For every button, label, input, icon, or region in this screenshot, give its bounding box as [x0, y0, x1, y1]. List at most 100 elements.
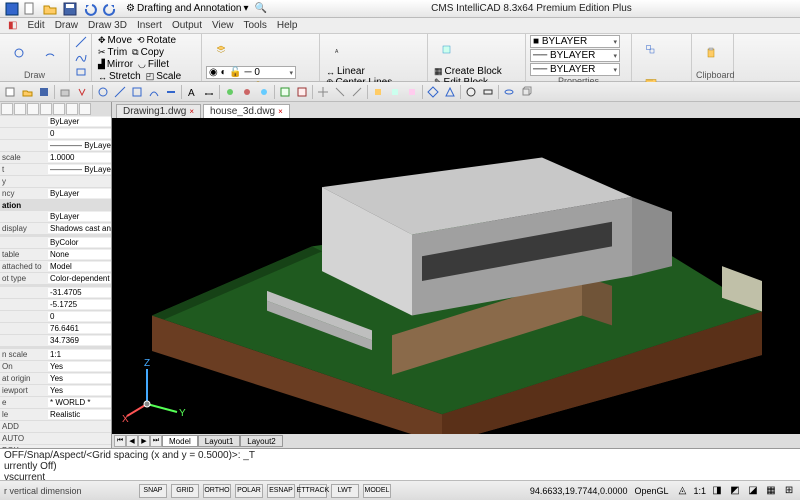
property-value[interactable]: ———— ByLayer	[48, 165, 111, 174]
color-combo[interactable]: ■ BYLAYER▾	[530, 35, 620, 48]
status-icon[interactable]: ⊞	[782, 484, 796, 498]
property-value[interactable]: ByLayer	[48, 189, 111, 198]
rotate-button[interactable]: ⟲ Rotate	[135, 35, 178, 46]
tool-icon[interactable]	[222, 84, 238, 100]
tool-icon[interactable]	[19, 84, 35, 100]
property-row[interactable]: displayShadows cast and receiv...	[0, 223, 111, 235]
new-icon[interactable]	[22, 1, 38, 17]
tool-icon[interactable]	[2, 84, 18, 100]
tool-icon[interactable]	[425, 84, 441, 100]
prop-tool-icon[interactable]	[53, 103, 65, 115]
property-row[interactable]: tableNone	[0, 249, 111, 261]
line-icon[interactable]	[74, 35, 88, 49]
layout-tab-model[interactable]: Model	[162, 435, 198, 447]
tool-icon[interactable]	[95, 84, 111, 100]
prop-tool-icon[interactable]	[66, 103, 78, 115]
property-row[interactable]: y	[0, 176, 111, 188]
tool-icon[interactable]	[36, 84, 52, 100]
workspace-selector[interactable]: ⚙ Drafting and Annotation ▾	[126, 3, 249, 14]
property-value[interactable]: 0	[48, 129, 111, 138]
property-row[interactable]: n scale1:1	[0, 349, 111, 361]
tool-icon[interactable]	[463, 84, 479, 100]
tab-nav-next-icon[interactable]: ▶	[138, 435, 150, 447]
menu-tools[interactable]: Tools	[243, 20, 266, 31]
property-row[interactable]: t———— ByLayer	[0, 164, 111, 176]
menu-insert[interactable]: Insert	[137, 20, 162, 31]
status-icon[interactable]: ◩	[728, 484, 742, 498]
tool-icon[interactable]	[480, 84, 496, 100]
tab-nav-prev-icon[interactable]: ◀	[126, 435, 138, 447]
tool-icon[interactable]	[442, 84, 458, 100]
copy-button[interactable]: ⧉ Copy	[130, 47, 166, 58]
menu-output[interactable]: Output	[172, 20, 202, 31]
toggle-etrack[interactable]: ETTRACK	[299, 484, 327, 498]
property-value[interactable]: * WORLD *	[48, 398, 111, 407]
dim-linear-button[interactable]: ↔ Linear	[324, 66, 394, 77]
spline-icon[interactable]	[74, 50, 88, 64]
layout-tab[interactable]: Layout2	[240, 435, 282, 447]
tool-icon[interactable]	[315, 84, 331, 100]
property-value[interactable]: ———— ByLayer	[48, 141, 111, 150]
property-row[interactable]: e* WORLD *	[0, 397, 111, 409]
property-row[interactable]: iewportYes	[0, 385, 111, 397]
create-block-button[interactable]: ▦ Create Block	[432, 66, 521, 77]
tool-icon[interactable]	[370, 84, 386, 100]
property-value[interactable]: Yes	[48, 374, 111, 383]
command-line[interactable]: OFF/Snap/Aspect/<Grid spacing (x and y =…	[0, 448, 800, 480]
scale-label[interactable]: 1:1	[694, 486, 707, 496]
redo-icon[interactable]	[102, 1, 118, 17]
toggle-grid[interactable]: GRID	[171, 484, 199, 498]
tab-nav-first-icon[interactable]: ⏮	[114, 435, 126, 447]
property-value[interactable]: -5.1725	[48, 300, 111, 309]
prop-tool-icon[interactable]	[14, 103, 26, 115]
property-row[interactable]: -31.4705	[0, 287, 111, 299]
property-row[interactable]: ByLayer	[0, 116, 111, 128]
linetype-combo[interactable]: ── BYLAYER▾	[530, 49, 620, 62]
stretch-button[interactable]: ↔ Stretch	[96, 71, 143, 82]
property-value[interactable]: -31.4705	[48, 288, 111, 297]
tool-icon[interactable]	[163, 84, 179, 100]
property-row[interactable]: attached toModel	[0, 261, 111, 273]
property-row[interactable]: 0	[0, 128, 111, 140]
circle-button[interactable]	[4, 38, 34, 68]
paste-button[interactable]	[696, 38, 726, 68]
tool-icon[interactable]	[404, 84, 420, 100]
close-icon[interactable]: ×	[278, 107, 283, 116]
menu-edit[interactable]: Edit	[27, 20, 44, 31]
tool-icon[interactable]	[332, 84, 348, 100]
property-value[interactable]: 1:1	[48, 350, 111, 359]
property-row[interactable]: leRealistic	[0, 409, 111, 421]
tool-icon[interactable]	[74, 84, 90, 100]
property-row[interactable]: ncyByLayer	[0, 188, 111, 200]
tool-icon[interactable]	[294, 84, 310, 100]
status-icon[interactable]: ◪	[746, 484, 760, 498]
save-icon[interactable]	[62, 1, 78, 17]
undo-icon[interactable]	[82, 1, 98, 17]
tool-icon[interactable]	[387, 84, 403, 100]
tool-icon[interactable]	[518, 84, 534, 100]
tool-icon[interactable]	[112, 84, 128, 100]
status-icon[interactable]: ◨	[710, 484, 724, 498]
menu-help[interactable]: Help	[277, 20, 298, 31]
property-row[interactable]: AUTO	[0, 433, 111, 445]
search-icon[interactable]: 🔍	[255, 3, 267, 14]
toggle-ortho[interactable]: ORTHO	[203, 484, 231, 498]
property-value[interactable]: ByLayer	[48, 212, 111, 221]
property-value[interactable]: None	[48, 250, 111, 259]
toggle-snap[interactable]: SNAP	[139, 484, 167, 498]
tool-icon[interactable]	[57, 84, 73, 100]
prop-tool-icon[interactable]	[79, 103, 91, 115]
tool-icon[interactable]	[501, 84, 517, 100]
tool-icon[interactable]	[239, 84, 255, 100]
mirror-button[interactable]: ▟ Mirror	[96, 59, 135, 70]
tool-icon[interactable]	[256, 84, 272, 100]
property-row[interactable]: ByLayer	[0, 211, 111, 223]
property-row[interactable]: ADD	[0, 421, 111, 433]
viewport[interactable]: Z Y X	[112, 118, 800, 434]
property-value[interactable]: Shadows cast and receiv...	[48, 224, 111, 233]
group-button[interactable]	[636, 35, 666, 65]
property-value[interactable]: 1.0000	[48, 153, 111, 162]
doc-tab[interactable]: Drawing1.dwg×	[116, 104, 201, 118]
property-value[interactable]: Yes	[48, 386, 111, 395]
toggle-esnap[interactable]: ESNAP	[267, 484, 295, 498]
